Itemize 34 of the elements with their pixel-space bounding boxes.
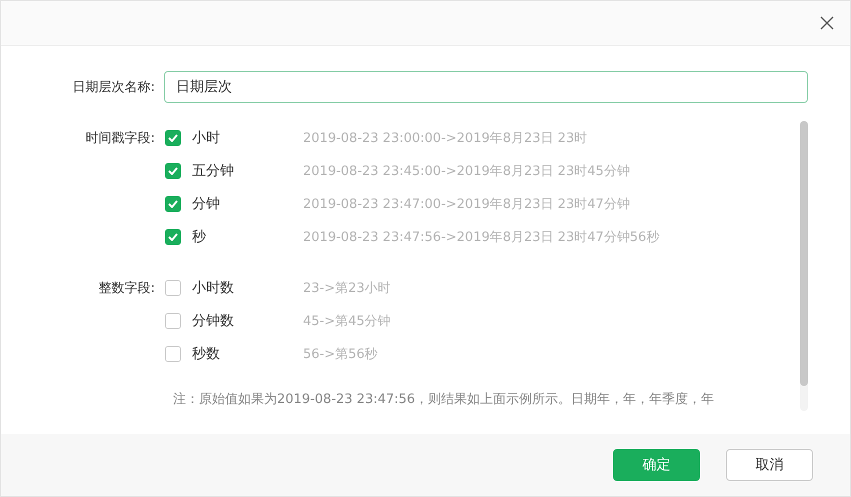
checkbox-label: 小时 xyxy=(191,128,221,146)
close-button[interactable] xyxy=(818,14,836,32)
checkbox-label: 五分钟 xyxy=(191,162,235,180)
checkbox[interactable] xyxy=(165,228,181,244)
cancel-button[interactable]: 取消 xyxy=(726,449,813,481)
example-text: 2019-08-23 23:00:00->2019年8月23日 23时 xyxy=(303,130,588,146)
check-icon xyxy=(168,166,178,174)
checkbox[interactable] xyxy=(165,130,181,146)
example-text: 23->第23小时 xyxy=(303,280,391,296)
checkbox[interactable] xyxy=(165,346,181,362)
field-label: 日期层次名称: xyxy=(72,79,156,96)
close-icon xyxy=(820,16,834,30)
example-text: 56->第56秒 xyxy=(303,346,378,362)
name-input[interactable]: 日期层次 xyxy=(164,71,808,103)
checkbox-label: 分钟数 xyxy=(191,312,235,330)
check-icon xyxy=(168,232,178,240)
checkbox[interactable] xyxy=(165,312,181,328)
example-text: 2019-08-23 23:47:00->2019年8月23日 23时47分钟 xyxy=(303,196,630,212)
example-text: 45->第45分钟 xyxy=(303,312,391,330)
checkbox-label: 秒数 xyxy=(191,344,221,362)
check-icon xyxy=(168,134,178,142)
note-text: 注：原始值如果为2019-08-23 23:47:56，则结果如上面示例所示。日期年，年，年季度，年 xyxy=(172,391,716,408)
checkbox[interactable] xyxy=(165,196,181,212)
checkbox-label: 秒 xyxy=(191,228,207,246)
checkbox[interactable] xyxy=(165,280,181,296)
check-icon xyxy=(168,200,178,208)
example-text: 2019-08-23 23:47:56->2019年8月23日 23时47分钟56秒 xyxy=(303,228,660,246)
group-label: 整数字段: xyxy=(98,280,156,298)
example-text: 2019-08-23 23:45:00->2019年8月23日 23时45分钟 xyxy=(303,162,630,180)
group-label: 时间戳字段: xyxy=(84,130,156,148)
checkbox-label: 分钟 xyxy=(191,194,221,212)
checkbox-label: 小时数 xyxy=(191,278,235,296)
scrollbar[interactable] xyxy=(800,121,808,411)
checkbox[interactable] xyxy=(165,162,181,178)
